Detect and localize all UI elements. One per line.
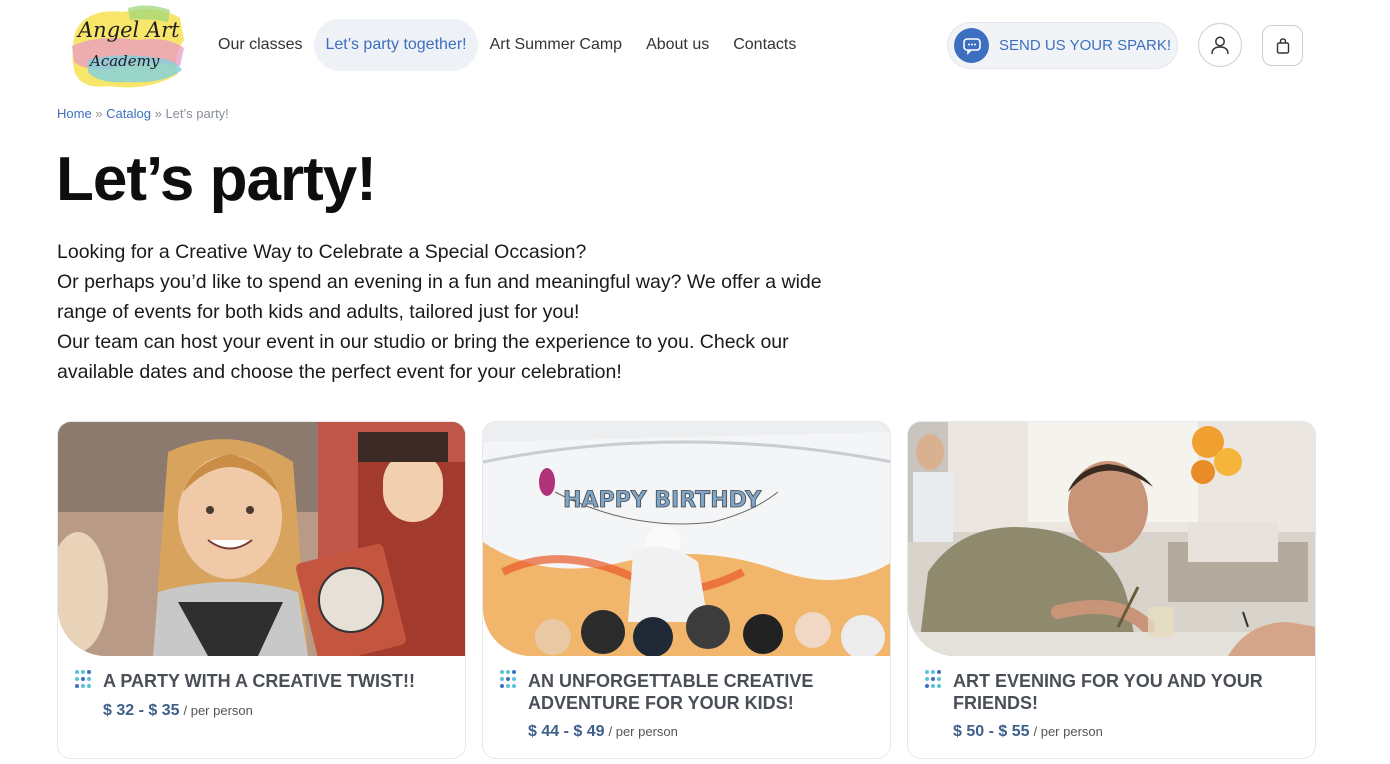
event-card[interactable]: HAPPY BIRTHDY AN UNFORGETTABLE CREATIVE … xyxy=(482,421,891,759)
price-range: $ 44 - $ 49 xyxy=(528,723,605,740)
event-card-price: $ 50 - $ 55/ per person xyxy=(953,723,1103,741)
birthday-photo-image: HAPPY BIRTHDY xyxy=(483,422,890,656)
main-nav: Our classes Let’s party together! Art Su… xyxy=(206,19,808,71)
price-unit: / per person xyxy=(608,724,678,739)
price-unit: / per person xyxy=(183,703,253,718)
intro-paragraph: Or perhaps you’d like to spend an evenin… xyxy=(57,271,822,323)
nav-lets-party[interactable]: Let’s party together! xyxy=(314,19,478,71)
logo-text-line2: Academy xyxy=(90,52,160,70)
breadcrumb-catalog-link[interactable]: Catalog xyxy=(106,106,151,121)
event-card-image[interactable]: HAPPY BIRTHDY xyxy=(483,422,890,656)
chat-icon xyxy=(954,28,989,63)
dots-grid-icon xyxy=(925,670,941,688)
event-card-image[interactable] xyxy=(58,422,465,656)
breadcrumb-separator: » xyxy=(150,106,166,121)
send-spark-label: SEND US YOUR SPARK! xyxy=(999,37,1171,54)
event-card-title[interactable]: ART EVENING FOR YOU AND YOUR FRIENDS! xyxy=(953,670,1293,714)
breadcrumb-current: Let’s party! xyxy=(165,106,229,121)
price-unit: / per person xyxy=(1033,724,1103,739)
event-card[interactable]: ART EVENING FOR YOU AND YOUR FRIENDS! $ … xyxy=(907,421,1316,759)
party-photo-image xyxy=(58,422,465,656)
event-card-title[interactable]: A PARTY WITH A CREATIVE TWIST!! xyxy=(103,670,443,692)
dots-grid-icon xyxy=(75,670,91,688)
site-header: Angel Art Academy Our classes Let’s part… xyxy=(0,0,1390,96)
cart-button[interactable] xyxy=(1262,25,1303,66)
event-card-image[interactable] xyxy=(908,422,1315,656)
event-card-price: $ 32 - $ 35/ per person xyxy=(103,702,253,720)
event-card-title[interactable]: AN UNFORGETTABLE CREATIVE ADVENTURE FOR … xyxy=(528,670,868,714)
breadcrumb-home-link[interactable]: Home xyxy=(57,106,92,121)
account-button[interactable] xyxy=(1198,23,1242,67)
breadcrumb: Home » Catalog » Let’s party! xyxy=(57,106,229,121)
art-evening-photo-image xyxy=(908,422,1315,656)
intro-text: Looking for a Creative Way to Celebrate … xyxy=(57,237,857,387)
user-icon xyxy=(1211,36,1229,55)
logo[interactable]: Angel Art Academy xyxy=(68,0,188,96)
nav-contacts[interactable]: Contacts xyxy=(721,19,808,71)
price-range: $ 32 - $ 35 xyxy=(103,702,180,719)
nav-about-us[interactable]: About us xyxy=(634,19,721,71)
logo-text-line1: Angel Art xyxy=(78,18,180,42)
event-card[interactable]: A PARTY WITH A CREATIVE TWIST!! $ 32 - $… xyxy=(57,421,466,759)
page-title: Let’s party! xyxy=(56,145,377,214)
banner-text: HAPPY BIRTHDY xyxy=(563,488,762,513)
event-card-price: $ 44 - $ 49/ per person xyxy=(528,723,678,741)
intro-paragraph: Our team can host your event in our stud… xyxy=(57,331,789,383)
breadcrumb-separator: » xyxy=(91,106,107,121)
logo-paint-splash-icon xyxy=(72,5,184,88)
price-range: $ 50 - $ 55 xyxy=(953,723,1030,740)
nav-our-classes[interactable]: Our classes xyxy=(206,19,314,71)
bag-icon xyxy=(1276,37,1289,54)
send-spark-button[interactable]: SEND US YOUR SPARK! xyxy=(947,22,1178,69)
intro-paragraph: Looking for a Creative Way to Celebrate … xyxy=(57,241,587,263)
dots-grid-icon xyxy=(500,670,516,688)
nav-art-summer-camp[interactable]: Art Summer Camp xyxy=(478,19,634,71)
